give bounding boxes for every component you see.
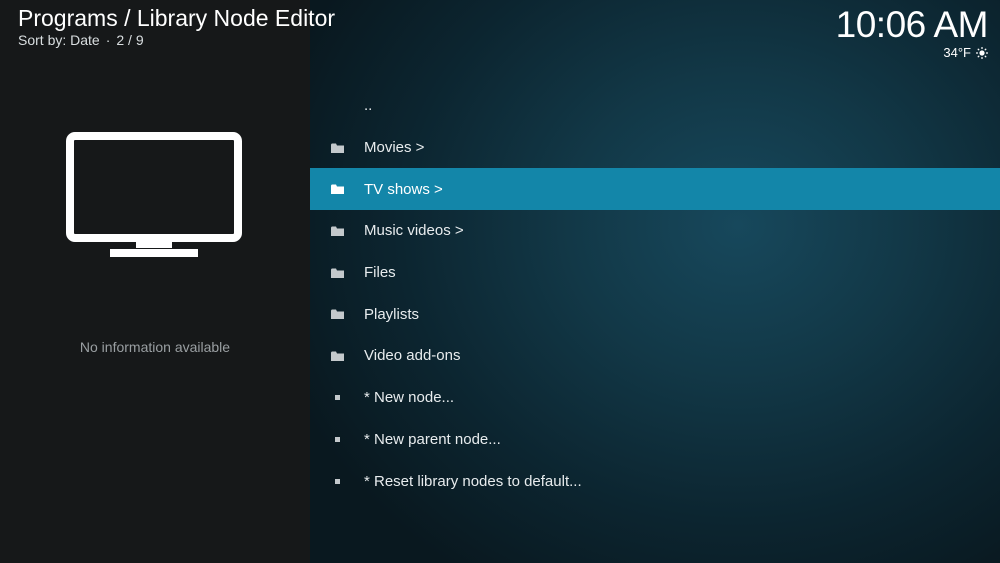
list-item-files[interactable]: Files — [310, 252, 1000, 294]
info-panel: No information available — [0, 0, 310, 563]
list-item-label: TV shows > — [364, 180, 443, 198]
sun-icon — [976, 47, 988, 59]
list-item-new-node[interactable]: * New node... — [310, 377, 1000, 419]
list-item-label: * New node... — [364, 389, 455, 407]
list-item-label: .. — [364, 97, 373, 115]
list-item-label: Music videos > — [364, 222, 464, 240]
header: Programs / Library Node Editor Sort by: … — [18, 4, 335, 48]
page-title: Programs / Library Node Editor — [18, 5, 336, 31]
folder-icon — [330, 267, 344, 279]
weather-info: 34°F — [836, 46, 988, 60]
bullet-icon — [330, 475, 344, 487]
list-item-label: Movies > — [364, 139, 425, 157]
item-position: 2 / 9 — [116, 32, 144, 48]
list-item-parent[interactable]: .. — [310, 85, 1000, 127]
folder-icon — [330, 183, 344, 195]
node-list: .. Movies > TV shows > Music videos > Fi… — [310, 85, 1000, 502]
sort-label[interactable]: Sort by: Date — [18, 32, 100, 48]
list-item-playlists[interactable]: Playlists — [310, 293, 1000, 335]
list-item-label: Files — [364, 264, 396, 282]
list-item-label: Playlists — [364, 305, 420, 323]
bullet-icon — [330, 392, 344, 404]
bullet-icon — [330, 433, 344, 445]
list-item-music-videos[interactable]: Music videos > — [310, 210, 1000, 252]
list-item-movies[interactable]: Movies > — [310, 127, 1000, 169]
clock-time: 10:06 AM — [835, 4, 989, 45]
list-item-reset-library-nodes[interactable]: * Reset library nodes to default... — [310, 460, 1000, 502]
list-item-new-parent-node[interactable]: * New parent node... — [310, 419, 1000, 461]
list-item-video-add-ons[interactable]: Video add-ons — [310, 335, 1000, 377]
tv-icon — [66, 132, 242, 257]
clock-widget: 10:06 AM 34°F — [835, 4, 989, 60]
list-item-tv-shows[interactable]: TV shows > — [310, 168, 1000, 211]
list-item-label: * Reset library nodes to default... — [364, 472, 582, 490]
library-node-editor-screen: No information available Programs / Libr… — [0, 0, 1000, 563]
folder-icon — [330, 142, 344, 154]
folder-icon — [330, 350, 344, 362]
sort-info: Sort by: Date · 2 / 9 — [18, 32, 144, 48]
folder-icon — [330, 225, 344, 237]
no-information-text: No information available — [79, 339, 231, 355]
temperature: 34°F — [943, 45, 971, 60]
list-item-label: * New parent node... — [364, 430, 501, 448]
folder-icon — [330, 308, 344, 320]
list-item-label: Video add-ons — [364, 347, 461, 365]
